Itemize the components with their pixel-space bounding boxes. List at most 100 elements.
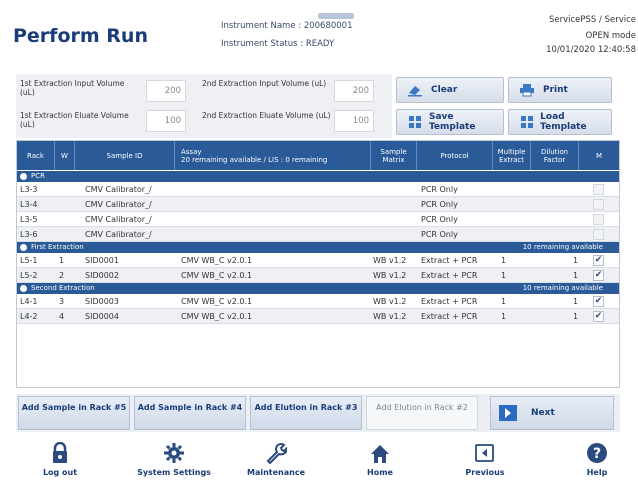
- sample-table: Rack W Sample ID Assay 20 remaining avai…: [16, 140, 620, 388]
- first-eluate-volume-label: 1st Extraction Eluate Volume (uL): [20, 111, 129, 129]
- maintenance-label: Maintenance: [246, 468, 305, 477]
- save-template-label: Save Template: [428, 112, 476, 132]
- cell-sample-id: CMV Calibrator_/: [85, 215, 152, 224]
- col-sample-id: Sample ID: [75, 141, 175, 170]
- load-template-icon: [517, 115, 536, 129]
- next-label: Next: [531, 408, 555, 418]
- header-bar: Perform Run Instrument Name : 200680001 …: [0, 0, 638, 68]
- svg-text:?: ?: [593, 446, 601, 462]
- cell-assay: CMV WB_C v2.0.1: [181, 297, 253, 306]
- printer-icon: [517, 83, 537, 97]
- cell-assay: CMV WB_C v2.0.1: [181, 312, 253, 321]
- m-checkbox[interactable]: ✔: [593, 296, 604, 307]
- col-sample-matrix: Sample Matrix: [371, 141, 417, 170]
- second-input-volume-label: 2nd Extraction Input Volume (uL): [202, 79, 327, 88]
- cell-w: 3: [59, 297, 65, 306]
- previous-button[interactable]: Previous: [450, 436, 520, 480]
- group-name: Second Extraction: [31, 284, 95, 292]
- datetime-label: 10/01/2020 12:40:58: [546, 45, 636, 55]
- group-header[interactable]: PCR: [17, 171, 619, 182]
- m-checkbox[interactable]: ✔: [593, 311, 604, 322]
- cell-protocol: PCR Only: [421, 230, 458, 239]
- cell-matrix: WB v1.2: [373, 256, 407, 265]
- load-template-button[interactable]: Load Template: [508, 109, 612, 135]
- table-row[interactable]: L4-2 4 SID0004 CMV WB_C v2.0.1 WB v1.2 Extrac…: [17, 309, 619, 324]
- cell-matrix: WB v1.2: [373, 297, 407, 306]
- cell-rack: L3-6: [20, 230, 38, 239]
- clear-label: Clear: [431, 85, 458, 95]
- m-checkbox[interactable]: [593, 184, 604, 195]
- second-input-volume-field[interactable]: 200: [334, 80, 374, 102]
- cell-multiple-extract: 1: [501, 271, 507, 280]
- table-row[interactable]: L3-4 CMV Calibrator_/ PCR Only: [17, 197, 619, 212]
- cell-assay: CMV WB_C v2.0.1: [181, 256, 253, 265]
- cell-sample-id: CMV Calibrator_/: [85, 185, 152, 194]
- save-template-button[interactable]: Save Template: [396, 109, 504, 135]
- col-w: W: [55, 141, 75, 170]
- eraser-icon: [405, 83, 425, 97]
- cell-w: 4: [59, 312, 65, 321]
- instrument-tab-indicator[interactable]: [318, 13, 354, 19]
- system-settings-button[interactable]: System Settings: [122, 436, 226, 480]
- cell-rack: L3-5: [20, 215, 38, 224]
- first-eluate-volume-field[interactable]: 100: [146, 110, 186, 132]
- m-checkbox[interactable]: ✔: [593, 255, 604, 266]
- col-m: M: [595, 151, 603, 160]
- home-label: Home: [367, 468, 393, 477]
- previous-label: Previous: [465, 468, 505, 477]
- help-button[interactable]: ? Help: [572, 436, 622, 480]
- cell-assay: CMV WB_C v2.0.1: [181, 271, 253, 280]
- col-rack: Rack: [17, 141, 55, 170]
- cell-protocol: Extract + PCR: [421, 297, 478, 306]
- next-button[interactable]: Next: [490, 396, 614, 430]
- cell-w: 1: [59, 256, 65, 265]
- cell-w: 2: [59, 271, 65, 280]
- cell-protocol: PCR Only: [421, 200, 458, 209]
- cell-sample-id: SID0004: [85, 312, 119, 321]
- add-elution-rack3-button[interactable]: Add Elution in Rack #3: [250, 396, 362, 430]
- cell-rack: L5-1: [20, 256, 38, 265]
- home-button[interactable]: Home: [350, 436, 410, 480]
- first-input-volume-field[interactable]: 200: [146, 80, 186, 102]
- table-row[interactable]: L3-5 CMV Calibrator_/ PCR Only: [17, 212, 619, 227]
- m-checkbox[interactable]: [593, 229, 604, 240]
- help-icon: ?: [572, 436, 622, 464]
- system-settings-label: System Settings: [137, 468, 211, 477]
- print-button[interactable]: Print: [508, 77, 612, 103]
- m-checkbox[interactable]: ✔: [593, 270, 604, 281]
- m-checkbox[interactable]: [593, 214, 604, 225]
- cell-rack: L4-2: [20, 312, 38, 321]
- cell-protocol: PCR Only: [421, 185, 458, 194]
- table-row[interactable]: L4-1 3 SID0003 CMV WB_C v2.0.1 WB v1.2 Extrac…: [17, 294, 619, 309]
- gear-icon: [122, 436, 226, 464]
- cell-rack: L5-2: [20, 271, 38, 280]
- clear-button[interactable]: Clear: [396, 77, 504, 103]
- m-checkbox[interactable]: [593, 199, 604, 210]
- maintenance-button[interactable]: Maintenance: [236, 436, 316, 480]
- cell-protocol: PCR Only: [421, 215, 458, 224]
- save-template-icon: [405, 115, 425, 129]
- cell-rack: L3-4: [20, 200, 38, 209]
- col-protocol: Protocol: [417, 141, 493, 170]
- cell-protocol: Extract + PCR: [421, 312, 478, 321]
- add-sample-rack4-button[interactable]: Add Sample in Rack #4: [134, 396, 246, 430]
- group-remaining: 10 remaining available: [522, 243, 603, 251]
- col-assay-sub: 20 remaining available / LIS : 0 remaini…: [181, 155, 328, 164]
- page-title: Perform Run: [13, 25, 148, 47]
- logout-button[interactable]: Log out: [30, 436, 90, 480]
- table-row[interactable]: L3-3 CMV Calibrator_/ PCR Only: [17, 182, 619, 197]
- cell-rack: L3-3: [20, 185, 38, 194]
- group-header[interactable]: Second Extraction 10 remaining available: [17, 283, 619, 294]
- logout-label: Log out: [42, 468, 78, 477]
- add-sample-rack5-button[interactable]: Add Sample in Rack #5: [18, 396, 130, 430]
- second-eluate-volume-field[interactable]: 100: [334, 110, 374, 132]
- group-header[interactable]: First Extraction 10 remaining available: [17, 242, 619, 253]
- add-elution-rack2-button[interactable]: Add Elution in Rack #2: [366, 396, 478, 430]
- table-row[interactable]: L3-6 CMV Calibrator_/ PCR Only: [17, 227, 619, 242]
- table-row[interactable]: L5-1 1 SID0001 CMV WB_C v2.0.1 WB v1.2 Extrac…: [17, 253, 619, 268]
- previous-icon: [450, 436, 520, 464]
- col-multiple-extract: Multiple Extract: [493, 141, 531, 170]
- cell-multiple-extract: 1: [501, 312, 507, 321]
- table-row[interactable]: L5-2 2 SID0002 CMV WB_C v2.0.1 WB v1.2 Extrac…: [17, 268, 619, 283]
- col-assay: Assay 20 remaining available / LIS : 0 r…: [175, 141, 371, 170]
